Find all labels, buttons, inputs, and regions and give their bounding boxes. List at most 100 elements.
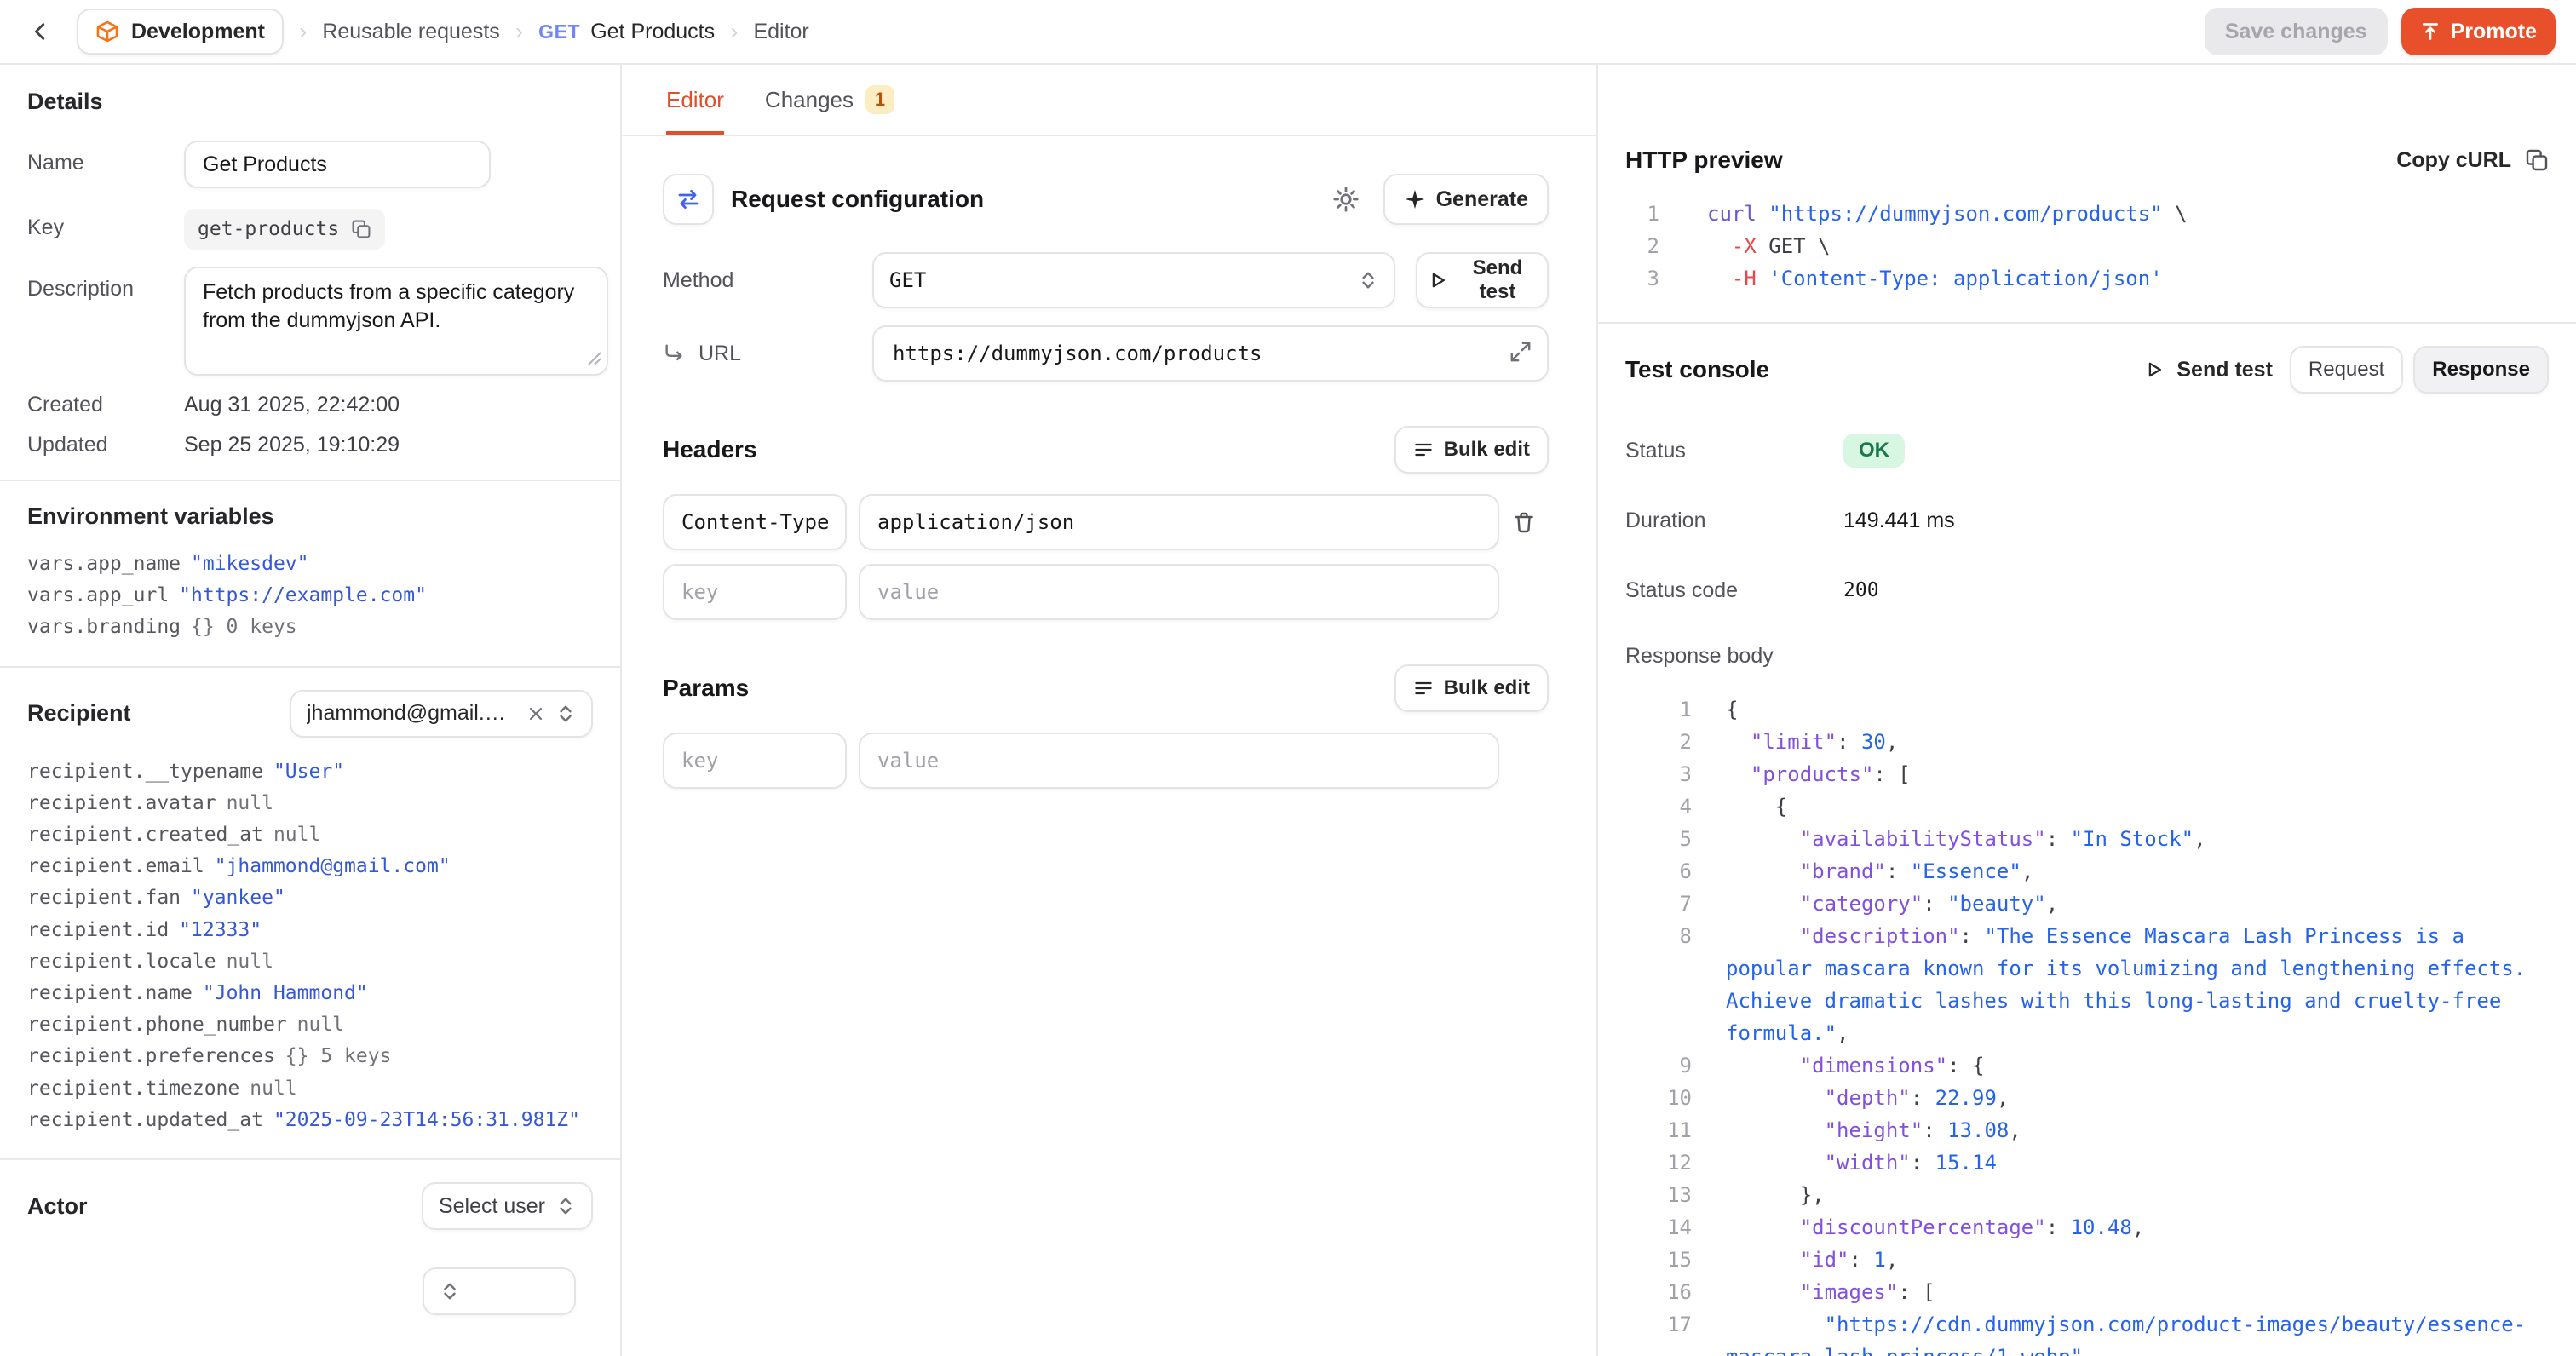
response-tab-button[interactable]: Response xyxy=(2413,346,2549,394)
recipient-header: Recipient jhammond@gmail.com xyxy=(27,690,593,738)
params-bulk-edit-button[interactable]: Bulk edit xyxy=(1394,664,1549,712)
line-number: 1 xyxy=(1598,693,1692,726)
method-select[interactable]: GET xyxy=(872,252,1395,308)
url-label: URL xyxy=(663,342,872,366)
code-line: 15 "id": 1, xyxy=(1598,1244,2576,1276)
recipient-select[interactable]: jhammond@gmail.com xyxy=(290,690,593,738)
header-row-empty xyxy=(663,564,1549,620)
param-value-input[interactable] xyxy=(859,733,1499,789)
divider xyxy=(0,1158,620,1160)
request-configuration-title: Request configuration xyxy=(731,186,984,213)
line-number: 6 xyxy=(1598,855,1692,888)
line-number: 4 xyxy=(1598,790,1692,823)
code-text: -X GET \ xyxy=(1659,230,2576,262)
variable-row[interactable]: ›vars.branding{} 0 keys xyxy=(27,612,593,643)
variable-name: recipient.email xyxy=(27,851,204,882)
code-line: 1curl "https://dummyjson.com/products" \ xyxy=(1598,198,2576,230)
variable-value: "2025-09-23T14:56:31.981Z" xyxy=(273,1105,580,1136)
resize-handle-icon[interactable] xyxy=(588,352,601,365)
param-key-input[interactable] xyxy=(663,733,847,789)
variable-row: vars.app_name"mikesdev" xyxy=(27,549,593,580)
header-value-input[interactable] xyxy=(859,564,1499,620)
copy-icon[interactable] xyxy=(351,219,371,239)
variable-name: recipient.id xyxy=(27,915,169,946)
clear-icon[interactable] xyxy=(526,704,545,723)
code-line: 14 "discountPercentage": 10.48, xyxy=(1598,1211,2576,1244)
duration-row: Duration 149.441 ms xyxy=(1598,486,2576,555)
back-button[interactable] xyxy=(20,11,61,52)
expand-icon[interactable] xyxy=(1509,341,1532,363)
breadcrumb-request-name[interactable]: Get Products xyxy=(590,20,715,44)
code-text: "dimensions": { xyxy=(1692,1049,2576,1082)
sparkles-icon xyxy=(1404,188,1426,210)
promote-button[interactable]: Promote xyxy=(2401,8,2556,55)
send-test-button[interactable]: Send test xyxy=(1416,252,1549,308)
headers-bulk-edit-button[interactable]: Bulk edit xyxy=(1394,426,1549,474)
cut-off-select[interactable] xyxy=(423,1267,576,1315)
variable-name: recipient.name xyxy=(27,978,193,1009)
variable-row: recipient.avatarnull xyxy=(27,788,593,819)
param-row-empty xyxy=(663,733,1549,789)
code-text: curl "https://dummyjson.com/products" \ xyxy=(1659,198,2576,230)
created-value: Aug 31 2025, 22:42:00 xyxy=(184,393,400,417)
code-text: "limit": 30, xyxy=(1692,726,2576,758)
updated-value: Sep 25 2025, 19:10:29 xyxy=(184,433,400,457)
updated-label: Updated xyxy=(27,433,184,457)
play-icon xyxy=(1428,270,1448,290)
description-textarea[interactable] xyxy=(184,267,608,376)
code-text: "https://cdn.dummyjson.com/product-image… xyxy=(1692,1308,2576,1356)
variable-name: recipient.phone_number xyxy=(27,1009,287,1041)
chevron-left-icon xyxy=(30,20,52,43)
line-number: 2 xyxy=(1598,230,1659,262)
settings-gear-icon[interactable] xyxy=(1332,186,1360,213)
tab-editor[interactable]: Editor xyxy=(666,65,724,135)
save-changes-button[interactable]: Save changes xyxy=(2205,8,2388,55)
breadcrumb-section[interactable]: Reusable requests xyxy=(322,20,499,44)
variable-row[interactable]: ›recipient.preferences{} 5 keys xyxy=(27,1041,593,1072)
name-input[interactable] xyxy=(184,141,491,188)
tab-changes[interactable]: Changes 1 xyxy=(765,65,894,135)
header-key-input[interactable] xyxy=(663,564,847,620)
method-row: Method GET Send test xyxy=(663,252,1549,308)
variable-value: "User" xyxy=(273,756,344,788)
variable-name: recipient.updated_at xyxy=(27,1105,263,1136)
promote-icon xyxy=(2420,21,2441,42)
params-title: Params xyxy=(663,675,749,702)
variable-value: null xyxy=(297,1009,344,1041)
request-response-toggle: Request Response xyxy=(2290,346,2549,394)
line-number: 17 xyxy=(1598,1308,1692,1356)
response-body-label: Response body xyxy=(1625,644,1843,669)
environment-switcher[interactable]: Development xyxy=(77,9,284,55)
trash-icon[interactable] xyxy=(1512,510,1536,534)
variable-value: "https://example.com" xyxy=(179,580,427,612)
chevron-right-icon: › xyxy=(730,20,738,43)
url-input[interactable] xyxy=(872,325,1549,382)
play-icon xyxy=(2144,359,2165,380)
variable-name: recipient.__typename xyxy=(27,756,263,788)
bulk-edit-icon xyxy=(1413,678,1434,698)
variable-value: "jhammond@gmail.com" xyxy=(215,851,451,882)
url-row: URL xyxy=(663,325,1549,382)
console-send-test-button[interactable]: Send test xyxy=(2144,358,2273,382)
actor-title: Actor xyxy=(27,1193,88,1220)
code-line: 6 "brand": "Essence", xyxy=(1598,855,2576,888)
code-text: "id": 1, xyxy=(1692,1244,2576,1276)
variable-name: recipient.timezone xyxy=(27,1073,239,1105)
generate-button[interactable]: Generate xyxy=(1383,174,1549,225)
status-code-row: Status code 200 xyxy=(1598,555,2576,625)
variable-name: recipient.preferences xyxy=(27,1041,275,1072)
header-key-input[interactable] xyxy=(663,494,847,550)
code-text: }, xyxy=(1692,1179,2576,1211)
code-text: "height": 13.08, xyxy=(1692,1114,2576,1146)
header-value-input[interactable] xyxy=(859,494,1499,550)
variable-name: recipient.avatar xyxy=(27,788,216,819)
request-type-icon[interactable] xyxy=(663,174,714,225)
code-text: "discountPercentage": 10.48, xyxy=(1692,1211,2576,1244)
environment-variables-title: Environment variables xyxy=(27,503,593,530)
key-badge[interactable]: get-products xyxy=(184,209,385,250)
key-label: Key xyxy=(27,205,184,250)
actor-select[interactable]: Select user xyxy=(422,1182,593,1230)
request-tab-button[interactable]: Request xyxy=(2290,346,2403,394)
headers-title: Headers xyxy=(663,436,757,463)
copy-curl-button[interactable]: Copy cURL xyxy=(2396,148,2549,173)
